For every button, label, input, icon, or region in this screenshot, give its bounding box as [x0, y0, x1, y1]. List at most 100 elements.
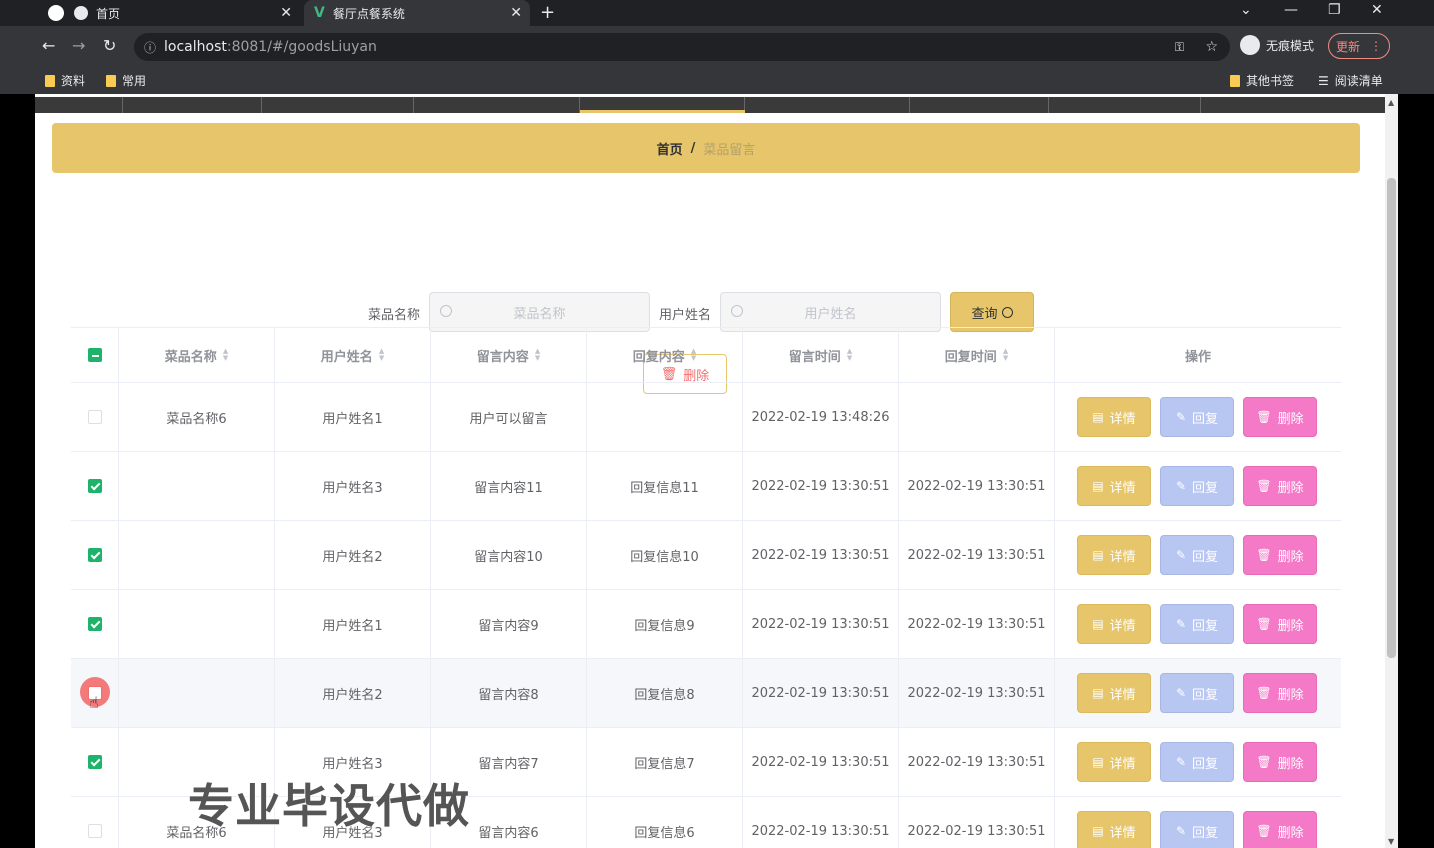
breadcrumb-separator: / [690, 140, 696, 156]
restore-icon[interactable]: ❐ [1328, 2, 1341, 18]
scroll-down-icon[interactable]: ▼ [1388, 837, 1394, 846]
delete-button[interactable]: 🗑 删除 [1243, 811, 1317, 848]
scroll-up-icon[interactable]: ▲ [1388, 98, 1394, 107]
page-scrollbar[interactable]: ▲ ▼ [1385, 94, 1398, 848]
query-button[interactable]: 查询 [950, 292, 1034, 332]
detail-button[interactable]: ▤ 详情 [1077, 811, 1151, 848]
bookmark-other[interactable]: 其他书签 [1230, 72, 1294, 89]
header-label: 用户姓名 [320, 349, 373, 365]
bookmark-folder-changyong[interactable]: 常用 [106, 72, 146, 89]
delete-button[interactable]: 🗑 删除 [1243, 604, 1317, 644]
edit-icon: ✎ [1175, 410, 1187, 424]
delete-button[interactable]: 🗑 删除 [1243, 742, 1317, 782]
row-checkbox[interactable] [87, 617, 102, 631]
cell-actions: ▤ 详情 ✎ 回复 🗑 删除 [1055, 383, 1341, 451]
bookmark-star-icon[interactable]: ☆ [1205, 39, 1218, 55]
reply-button[interactable]: ✎ 回复 [1160, 397, 1234, 437]
row-checkbox[interactable] [87, 410, 102, 424]
scroll-thumb[interactable] [1387, 178, 1396, 658]
cell-msg-time: 2022-02-19 13:30:51 [743, 590, 899, 658]
detail-button-label: 详情 [1109, 480, 1136, 496]
close-tab-icon[interactable]: ✕ [280, 5, 292, 21]
reply-button[interactable]: ✎ 回复 [1160, 811, 1234, 848]
detail-button[interactable]: ▤ 详情 [1077, 397, 1151, 437]
sort-icon[interactable]: ▲ ▼ [535, 348, 540, 362]
reply-button[interactable]: ✎ 回复 [1160, 742, 1234, 782]
header-label: 回复内容 [632, 349, 685, 365]
cell-reply [587, 383, 743, 451]
header-msg-time[interactable]: 留言时间 ▲ ▼ [743, 328, 899, 382]
close-tab-icon[interactable]: ✕ [510, 5, 522, 21]
reply-button[interactable]: ✎ 回复 [1160, 673, 1234, 713]
sort-icon[interactable]: ▲ ▼ [379, 348, 384, 362]
cell-user: 用户姓名2 [275, 659, 431, 727]
delete-button[interactable]: 🗑 删除 [1243, 397, 1317, 437]
cell-reply-text: 回复信息10 [630, 549, 699, 565]
row-checkbox[interactable] [87, 755, 102, 769]
header-reply-time[interactable]: 回复时间 ▲ ▼ [899, 328, 1055, 382]
sort-icon[interactable]: ▲ ▼ [691, 348, 696, 362]
detail-button[interactable]: ▤ 详情 [1077, 535, 1151, 575]
delete-button-label: 删除 [1277, 618, 1304, 634]
folder-icon [106, 74, 116, 87]
vue-logo-icon: V [314, 5, 325, 21]
reply-button[interactable]: ✎ 回复 [1160, 535, 1234, 575]
tab-search-icon[interactable]: ⌄ [1240, 2, 1252, 18]
delete-button-label: 删除 [1277, 480, 1304, 496]
row-checkbox[interactable] [87, 548, 102, 562]
header-message[interactable]: 留言内容 ▲ ▼ [431, 328, 587, 382]
tab-label: 首页 [96, 6, 121, 21]
row-checkbox[interactable] [87, 824, 102, 838]
detail-button[interactable]: ▤ 详情 [1077, 466, 1151, 506]
breadcrumb-home[interactable]: 首页 [657, 139, 683, 158]
delete-button[interactable]: 🗑 删除 [1243, 535, 1317, 575]
reply-button[interactable]: ✎ 回复 [1160, 466, 1234, 506]
header-dish[interactable]: 菜品名称 ▲ ▼ [119, 328, 275, 382]
reply-button-label: 回复 [1192, 825, 1219, 841]
header-user[interactable]: 用户姓名 ▲ ▼ [275, 328, 431, 382]
header-reply[interactable]: 回复内容 ▲ ▼ [587, 328, 743, 382]
new-tab-icon[interactable]: + [540, 2, 555, 23]
active-nav-indicator [580, 110, 745, 113]
dish-name-input[interactable]: 菜品名称 [429, 292, 650, 332]
incognito-indicator[interactable]: 无痕模式 [1240, 35, 1314, 55]
cell-reply: 回复信息9 [587, 590, 743, 658]
browser-tab-home[interactable]: 首页 ✕ [40, 0, 300, 26]
update-button[interactable]: 更新 ⋮ [1328, 33, 1390, 59]
detail-button[interactable]: ▤ 详情 [1077, 673, 1151, 713]
url-field[interactable]: ⓘ localhost :8081/#/goodsLiuyan ⚿ ☆ [134, 33, 1230, 61]
reply-button[interactable]: ✎ 回复 [1160, 604, 1234, 644]
browser-tab-active[interactable]: V 餐厅点餐系统 ✕ [304, 0, 530, 26]
close-window-icon[interactable]: ✕ [1371, 2, 1383, 18]
document-icon: ▤ [1092, 755, 1104, 769]
delete-button[interactable]: 🗑 删除 [1243, 466, 1317, 506]
sort-icon[interactable]: ▲ ▼ [223, 348, 228, 362]
cell-reply-time-text: 2022-02-19 13:30:51 [907, 616, 1046, 632]
reply-button-label: 回复 [1192, 756, 1219, 772]
detail-button[interactable]: ▤ 详情 [1077, 742, 1151, 782]
cell-reply: 回复信息8 [587, 659, 743, 727]
select-all-checkbox[interactable] [87, 348, 102, 362]
forward-icon[interactable]: → [72, 36, 85, 55]
key-icon[interactable]: ⚿ [1175, 40, 1184, 55]
cell-dish-text: 菜品名称6 [166, 411, 227, 427]
bookmark-folder-ziliao[interactable]: 资料 [45, 72, 85, 89]
hand-cursor-icon: ☝ [89, 693, 99, 712]
reload-icon[interactable]: ↻ [103, 36, 116, 55]
cell-reply: 回复信息7 [587, 728, 743, 796]
row-checkbox[interactable] [87, 479, 102, 493]
delete-button[interactable]: 🗑 删除 [1243, 673, 1317, 713]
select-cell [71, 797, 119, 848]
detail-button[interactable]: ▤ 详情 [1077, 604, 1151, 644]
back-icon[interactable]: ← [42, 36, 55, 55]
reading-list[interactable]: ☰ 阅读清单 [1318, 72, 1383, 89]
cell-reply: 回复信息10 [587, 521, 743, 589]
reply-button-label: 回复 [1192, 549, 1219, 565]
sort-icon[interactable]: ▲ ▼ [847, 348, 852, 362]
user-name-input[interactable]: 用户姓名 [720, 292, 941, 332]
minimize-icon[interactable]: — [1284, 2, 1298, 18]
info-icon[interactable]: ⓘ [144, 39, 156, 56]
document-icon: ▤ [1092, 548, 1104, 562]
cell-msg-time-text: 2022-02-19 13:30:51 [751, 754, 890, 770]
sort-icon[interactable]: ▲ ▼ [1003, 348, 1008, 362]
